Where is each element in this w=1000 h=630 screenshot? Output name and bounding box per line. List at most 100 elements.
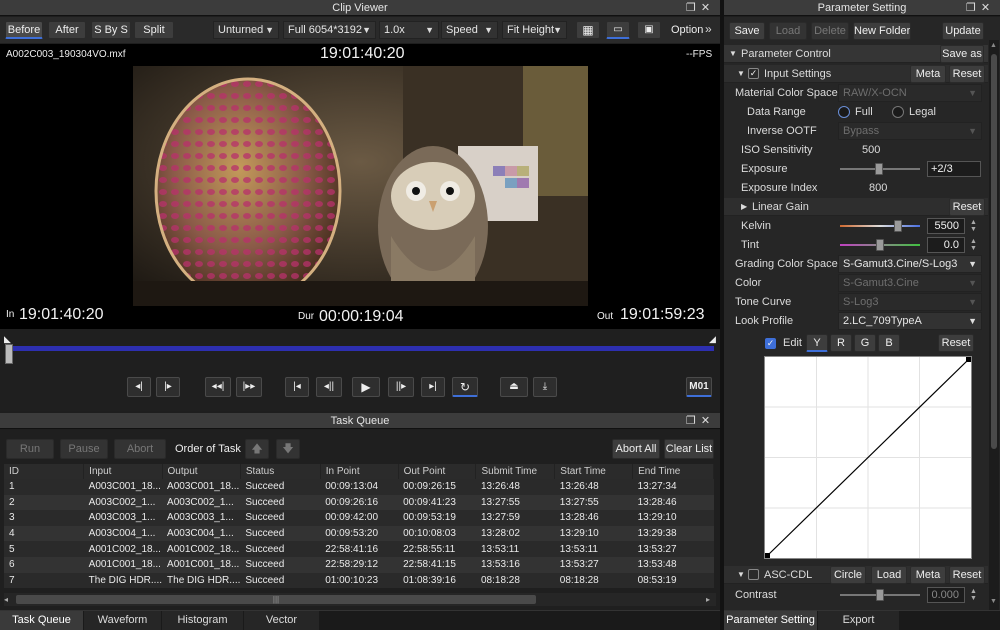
tint-spinner-icon[interactable]: ▲ ▼ (970, 238, 977, 252)
fullscreen-icon[interactable]: ▣ (637, 21, 661, 39)
contrast-input[interactable]: 0.000 (927, 587, 965, 603)
inverse-ootf-dropdown[interactable]: Bypass ▼ (838, 122, 982, 140)
table-row[interactable]: 6 A001C001_18... A001C001_18... Succeed 22:5… (4, 556, 714, 573)
close-icon[interactable]: ✕ (701, 0, 710, 16)
full-radio[interactable] (838, 106, 850, 118)
restore-icon[interactable]: ❐ (686, 0, 696, 16)
col-header-in-point[interactable]: In Point (320, 464, 399, 479)
grid-view-icon[interactable]: ▦ (576, 21, 600, 39)
load-button[interactable]: Load (769, 22, 807, 40)
channel-y-button[interactable]: Y (806, 334, 828, 352)
grading-color-space-dropdown[interactable]: S-Gamut3.Cine/S-Log3 ▼ (838, 255, 982, 273)
tint-input[interactable]: 0.0 (927, 237, 965, 253)
loop-icon[interactable]: ↻ (452, 377, 478, 397)
move-up-icon[interactable]: 🡅 (245, 439, 269, 459)
col-header-out-point[interactable]: Out Point (398, 464, 477, 479)
goto-in-icon[interactable]: ◂◂| (205, 377, 231, 397)
abort-button[interactable]: Abort (114, 439, 166, 459)
input-reset-button[interactable]: Reset (949, 65, 985, 83)
go-to-end-icon[interactable]: ▸| (421, 377, 445, 397)
col-header-id[interactable]: ID (4, 464, 85, 479)
linear-gain-reset-button[interactable]: Reset (949, 198, 985, 216)
asc-cdl-checkbox[interactable] (748, 569, 759, 580)
contrast-spinner-icon[interactable]: ▲ ▼ (970, 588, 977, 602)
channel-g-button[interactable]: G (854, 334, 876, 352)
option-label[interactable]: Option (671, 23, 703, 37)
asc-meta-button[interactable]: Meta (910, 566, 946, 584)
col-header-submit-time[interactable]: Submit Time (475, 464, 556, 479)
tab-parameter-setting[interactable]: Parameter Setting (724, 611, 818, 630)
color-dropdown[interactable]: S-Gamut3.Cine ▼ (838, 274, 982, 292)
m01-button[interactable]: M01 (686, 377, 712, 397)
close-icon[interactable]: ✕ (701, 413, 710, 429)
step-forward-icon[interactable]: ||▸ (388, 377, 414, 397)
overflow-icon[interactable]: » (705, 22, 712, 36)
kelvin-slider[interactable] (840, 225, 920, 227)
parameter-scroll-thumb[interactable] (991, 54, 997, 449)
close-icon[interactable]: ✕ (981, 0, 990, 16)
edit-checkbox[interactable]: ✓ (765, 338, 776, 349)
tone-curve-dropdown[interactable]: S-Log3 ▼ (838, 293, 982, 311)
fit-dropdown[interactable]: Fit Height ▼ (502, 21, 567, 39)
scroll-down-icon[interactable]: ▼ (990, 598, 997, 605)
new-folder-button[interactable]: New Folder (853, 22, 911, 40)
material-color-space-dropdown[interactable]: RAW/X-OCN ▼ (838, 84, 982, 102)
table-row[interactable]: 5 A001C002_18... A001C002_18... Succeed 22:5… (4, 541, 714, 557)
move-down-icon[interactable]: 🡇 (276, 439, 300, 459)
pause-button[interactable]: Pause (60, 439, 108, 459)
tab-task-queue[interactable]: Task Queue (0, 611, 84, 630)
goto-out-icon[interactable]: |▸▸ (236, 377, 262, 397)
look-profile-dropdown[interactable]: 2.LC_709TypeA ▼ (838, 312, 982, 330)
table-row[interactable]: 3 A003C003_1... A003C003_1... Succeed 00:09:… (4, 510, 714, 526)
split-button[interactable]: Split (134, 21, 174, 39)
kelvin-slider-thumb[interactable] (894, 220, 902, 232)
scroll-left-icon[interactable]: ◂ (4, 595, 8, 604)
restore-icon[interactable]: ❐ (686, 413, 696, 429)
col-header-start-time[interactable]: Start Time (554, 464, 634, 479)
meta-button[interactable]: Meta (910, 65, 946, 83)
tab-export[interactable]: Export (818, 611, 900, 630)
table-row[interactable]: 7 The DIG HDR.... The DIG HDR.... Succeed 01… (4, 572, 714, 589)
go-to-start-icon[interactable]: |◂ (285, 377, 309, 397)
channel-r-button[interactable]: R (830, 334, 852, 352)
before-button[interactable]: Before (5, 21, 43, 39)
out-marker-icon[interactable]: ◢ (709, 334, 716, 345)
channel-b-button[interactable]: B (878, 334, 900, 352)
asc-load-button[interactable]: Load (871, 566, 907, 584)
col-header-end-time[interactable]: End Time (632, 464, 714, 479)
parameter-scrollbar[interactable]: ▲ ▼ (989, 40, 999, 610)
legal-radio[interactable] (892, 106, 904, 118)
align-center-icon[interactable]: ⏏ (500, 377, 528, 397)
col-header-input[interactable]: Input (83, 464, 163, 479)
collapse-icon[interactable]: ▼ (737, 65, 745, 83)
save-as-button[interactable]: Save as (940, 45, 984, 63)
run-button[interactable]: Run (6, 439, 54, 459)
download-marker-icon[interactable]: ⤓ (533, 377, 557, 397)
resolution-dropdown[interactable]: Full 6054*3192 ▼ (283, 21, 376, 39)
speed-dropdown[interactable]: Speed ▼ (441, 21, 498, 39)
circle-button[interactable]: Circle (830, 566, 866, 584)
asc-reset-button[interactable]: Reset (949, 566, 985, 584)
collapse-icon[interactable]: ▼ (737, 566, 745, 584)
horizontal-scrollbar[interactable]: ◂ ||| ▸ (4, 593, 716, 606)
col-header-status[interactable]: Status (240, 464, 321, 479)
exposure-input[interactable]: +2/3 (927, 161, 981, 177)
unturned-dropdown[interactable]: Unturned ▼ (213, 21, 279, 39)
restore-icon[interactable]: ❐ (966, 0, 976, 16)
exposure-slider-thumb[interactable] (875, 163, 883, 175)
mark-in-icon[interactable]: ◂| (127, 377, 151, 397)
curve-reset-button[interactable]: Reset (938, 334, 974, 352)
kelvin-input[interactable]: 5500 (927, 218, 965, 234)
tab-histogram[interactable]: Histogram (162, 611, 244, 630)
play-icon[interactable]: ▶ (352, 377, 380, 397)
expand-icon[interactable]: ▶ (741, 198, 747, 216)
playhead-handle[interactable] (5, 344, 13, 364)
zoom-dropdown[interactable]: 1.0x ▼ (379, 21, 439, 39)
kelvin-spinner-icon[interactable]: ▲ ▼ (970, 219, 977, 233)
side-by-side-button[interactable]: S By S (91, 21, 131, 39)
step-back-icon[interactable]: ◂|| (316, 377, 342, 397)
scroll-right-icon[interactable]: ▸ (706, 595, 710, 604)
timeline-bar[interactable] (6, 346, 714, 351)
after-button[interactable]: After (48, 21, 86, 39)
col-header-output[interactable]: Output (162, 464, 241, 479)
